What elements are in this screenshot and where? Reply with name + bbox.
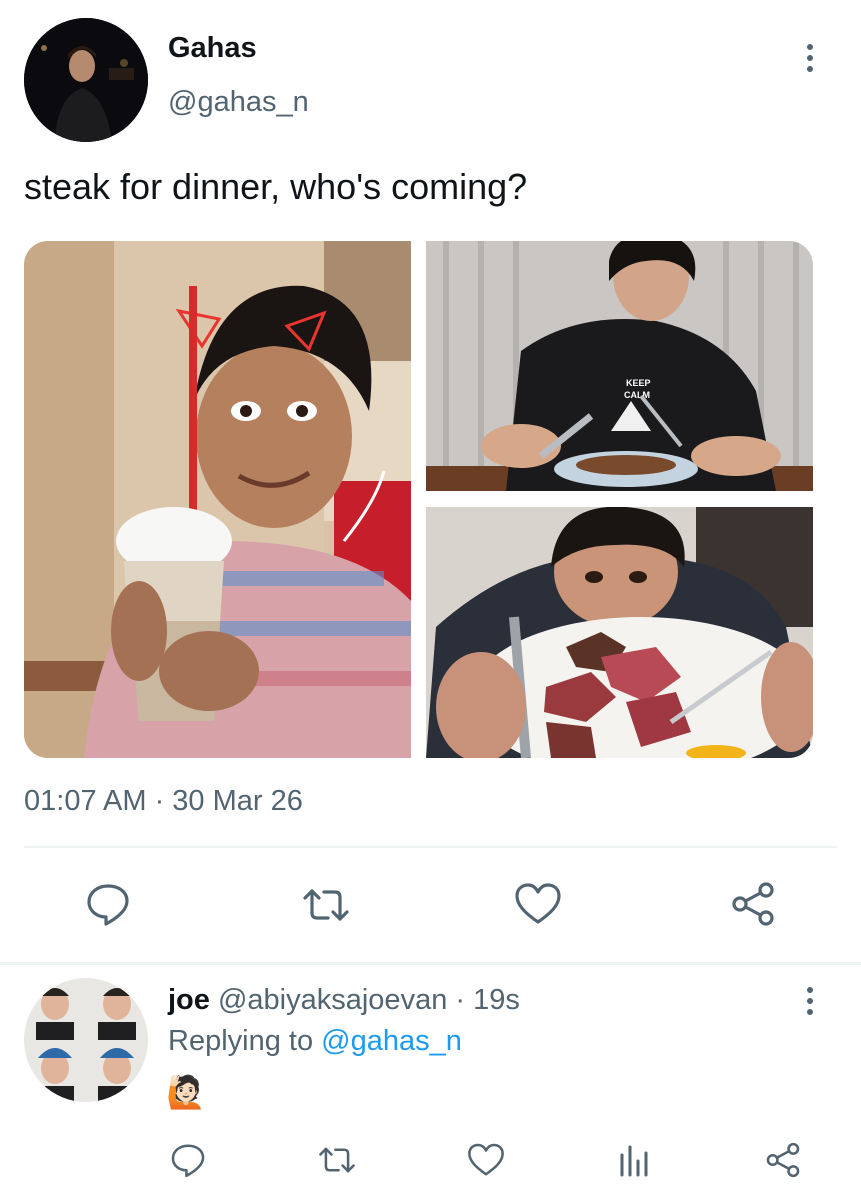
retweet-icon	[303, 889, 349, 921]
section-divider	[0, 962, 861, 965]
reply-reply-button[interactable]	[169, 1141, 207, 1179]
reply-avatar[interactable]	[24, 978, 148, 1102]
reply-author-handle[interactable]: @abiyaksajoevan	[218, 984, 447, 1016]
svg-text:KEEP: KEEP	[626, 378, 651, 388]
reply-avatar-photo	[24, 978, 148, 1102]
reply-author-name[interactable]: joe	[168, 984, 210, 1016]
divider	[24, 846, 837, 848]
share-icon	[766, 1142, 800, 1178]
reply-icon	[87, 884, 129, 926]
reply-more-vertical-icon[interactable]	[805, 987, 815, 1015]
author-name[interactable]: Gahas	[168, 32, 257, 65]
reply-header: joe @abiyaksajoevan · 19s	[168, 984, 520, 1017]
share-icon	[732, 882, 774, 926]
replying-to-label: Replying to	[168, 1025, 314, 1057]
photo-man-cutting-steak[interactable]: KEEP CALM	[426, 241, 813, 491]
avatar-photo	[24, 18, 148, 142]
like-icon	[468, 1143, 504, 1176]
like-icon	[515, 883, 561, 924]
reply-text: 🙋🏻	[166, 1074, 206, 1110]
photo-boy-with-frappe[interactable]	[24, 241, 411, 758]
reply-share-button[interactable]	[764, 1141, 802, 1179]
tweet-text: steak for dinner, who's coming?	[24, 166, 528, 207]
retweet-icon	[319, 1147, 355, 1173]
reply-like-button[interactable]	[466, 1141, 506, 1179]
analytics-icon	[620, 1145, 648, 1177]
reply-time[interactable]: 19s	[473, 984, 520, 1016]
like-button[interactable]	[513, 880, 563, 928]
media-grid: KEEP CALM	[24, 241, 813, 758]
tweet-timestamp[interactable]: 01:07 AM · 30 Mar 26	[24, 785, 303, 818]
reply-retweet-button[interactable]	[316, 1141, 358, 1179]
photo-steak-plate[interactable]	[426, 507, 813, 758]
reply-button[interactable]	[84, 880, 132, 928]
retweet-button[interactable]	[300, 881, 352, 929]
replying-to: Replying to @gahas_n	[168, 1025, 462, 1058]
author-avatar[interactable]	[24, 18, 148, 142]
reply-icon	[171, 1144, 205, 1178]
share-button[interactable]	[729, 880, 777, 928]
reply-separator: ·	[455, 984, 466, 1016]
svg-text:CALM: CALM	[624, 390, 650, 400]
author-handle[interactable]: @gahas_n	[168, 86, 309, 119]
reply-analytics-button[interactable]	[617, 1141, 653, 1179]
replying-to-mention[interactable]: @gahas_n	[321, 1025, 462, 1057]
more-vertical-icon[interactable]	[805, 44, 815, 72]
